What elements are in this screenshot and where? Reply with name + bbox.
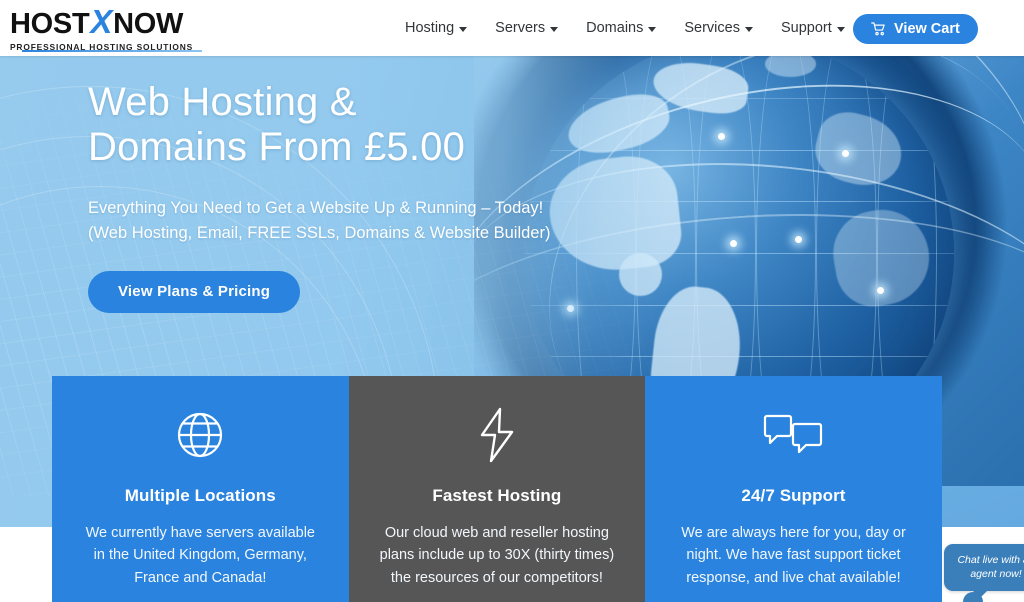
- feature-card-text: We are always here for you, day or night…: [681, 525, 906, 586]
- logo-underline-rule: [22, 50, 202, 52]
- feature-card-multiple-locations: Multiple Locations We currently have ser…: [52, 376, 349, 602]
- live-chat-tooltip[interactable]: Chat live with an agent now!: [944, 544, 1024, 599]
- hero-sub-line1: Everything You Need to Get a Website Up …: [88, 198, 544, 217]
- hero-heading-line1: Web Hosting &: [88, 80, 357, 124]
- hero-heading: Web Hosting & Domains From £5.00: [88, 80, 648, 170]
- feature-card-title: 24/7 Support: [741, 486, 846, 505]
- shopping-cart-icon: [871, 22, 886, 36]
- globe-icon: [78, 404, 323, 466]
- view-plans-and-pricing-button[interactable]: View Plans & Pricing: [88, 270, 301, 313]
- nav-item-support[interactable]: Support: [781, 20, 845, 36]
- feature-cards: Multiple Locations We currently have ser…: [52, 376, 942, 602]
- chevron-down-icon: [648, 26, 657, 32]
- view-cart-button[interactable]: View Cart: [853, 14, 978, 44]
- feature-card-text: Our cloud web and reseller hosting plans…: [379, 525, 615, 586]
- feature-card-title: Multiple Locations: [124, 486, 276, 505]
- feature-card-fastest-hosting: Fastest Hosting Our cloud web and resell…: [348, 376, 646, 602]
- chevron-down-icon: [836, 26, 845, 32]
- nav-label-domains: Domains: [586, 20, 644, 36]
- logo-text-host: HOST: [10, 7, 90, 40]
- hero-heading-line2: Domains From £5.00: [88, 124, 466, 169]
- chat-bubbles-icon: [671, 404, 916, 466]
- hero-content: Web Hosting & Domains From £5.00 Everyth…: [88, 80, 648, 313]
- nav-label-servers: Servers: [495, 20, 546, 36]
- chevron-down-icon: [550, 26, 559, 32]
- hero-subheading: Everything You Need to Get a Website Up …: [88, 196, 648, 247]
- logo-text-x: X: [90, 2, 113, 40]
- nav-label-services: Services: [684, 20, 740, 36]
- feature-card-title: Fastest Hosting: [432, 486, 562, 505]
- nav-item-domains[interactable]: Domains: [586, 20, 657, 36]
- site-header: HOSTXNOW PROFESSIONAL HOSTING SOLUTIONS …: [0, 0, 1024, 56]
- main-navigation: Hosting Servers Domains Services Support: [405, 0, 845, 56]
- chevron-down-icon: [459, 26, 468, 32]
- site-logo[interactable]: HOSTXNOW PROFESSIONAL HOSTING SOLUTIONS: [10, 5, 202, 52]
- nav-item-services[interactable]: Services: [684, 20, 753, 36]
- lightning-bolt-icon: [375, 404, 620, 466]
- hero-sub-line2: (Web Hosting, Email, FREE SSLs, Domains …: [88, 224, 551, 243]
- logo-wordmark: HOSTXNOW: [10, 5, 200, 39]
- chevron-down-icon: [744, 26, 753, 32]
- nav-item-hosting[interactable]: Hosting: [405, 20, 468, 36]
- view-cart-label: View Cart: [894, 21, 960, 37]
- page-root: HOSTXNOW PROFESSIONAL HOSTING SOLUTIONS …: [0, 0, 1024, 602]
- nav-item-servers[interactable]: Servers: [495, 20, 559, 36]
- feature-card-support: 24/7 Support We are always here for you,…: [645, 376, 942, 602]
- nav-label-support: Support: [780, 20, 832, 36]
- nav-label-hosting: Hosting: [405, 20, 455, 36]
- logo-text-now: NOW: [113, 7, 184, 40]
- feature-card-text: We currently have servers available in t…: [85, 525, 315, 586]
